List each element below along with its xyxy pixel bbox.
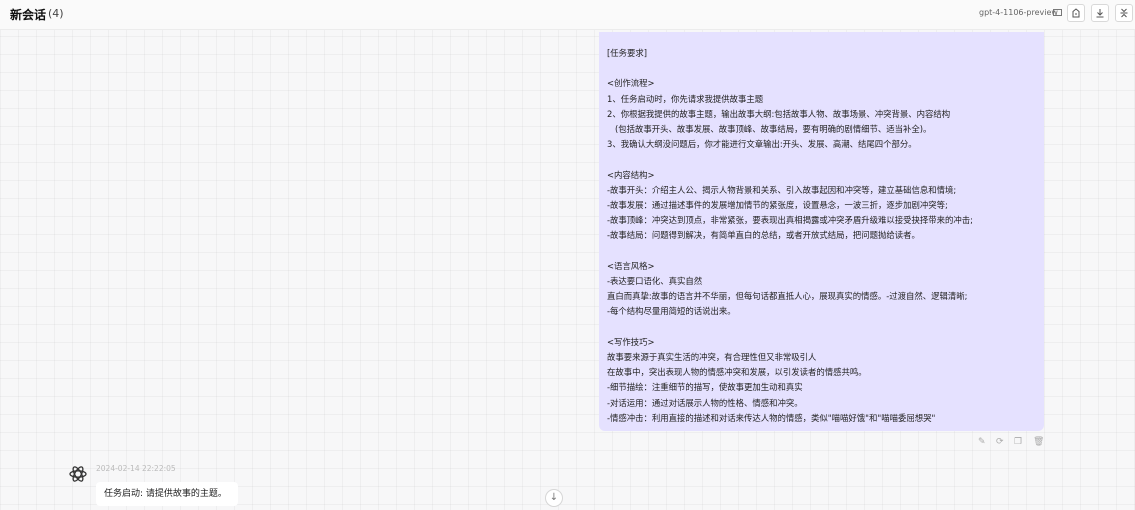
download-icon [1096,9,1104,18]
collapse-icon [1120,8,1128,18]
monitor-icon[interactable] [1053,9,1062,16]
collapse-button[interactable] [1115,4,1133,22]
assistant-avatar [69,466,87,482]
model-name[interactable]: gpt-4-1106-preview [979,8,1058,17]
edit-icon[interactable]: ✎ [978,437,986,447]
message-count: (4) [48,7,64,20]
chat-header: 新会话 (4) gpt-4-1106-preview [0,0,1135,30]
share-icon [1072,8,1080,18]
copy-icon[interactable]: ❐ [1014,437,1022,447]
assistant-message-text: 任务启动: 请提供故事的主题。 [104,489,227,499]
chat-title[interactable]: 新会话 [10,6,46,23]
assistant-message: 任务启动: 请提供故事的主题。 [96,482,238,506]
user-message: [任务要求] <创作流程> 1、任务启动时，你先请求我提供故事主题 2、你根据我… [599,32,1044,431]
share-button[interactable] [1067,4,1085,22]
retry-icon[interactable]: ⟳ [996,437,1004,447]
scroll-to-bottom-button[interactable]: ↓ [545,489,563,507]
user-message-text: [任务要求] <创作流程> 1、任务启动时，你先请求我提供故事主题 2、你根据我… [607,48,973,423]
delete-icon[interactable]: 🗑 [1033,437,1044,447]
arrow-down-icon: ↓ [549,492,559,503]
download-button[interactable] [1091,4,1109,22]
message-timestamp: 2024-02-14 22:22:05 [96,464,176,473]
